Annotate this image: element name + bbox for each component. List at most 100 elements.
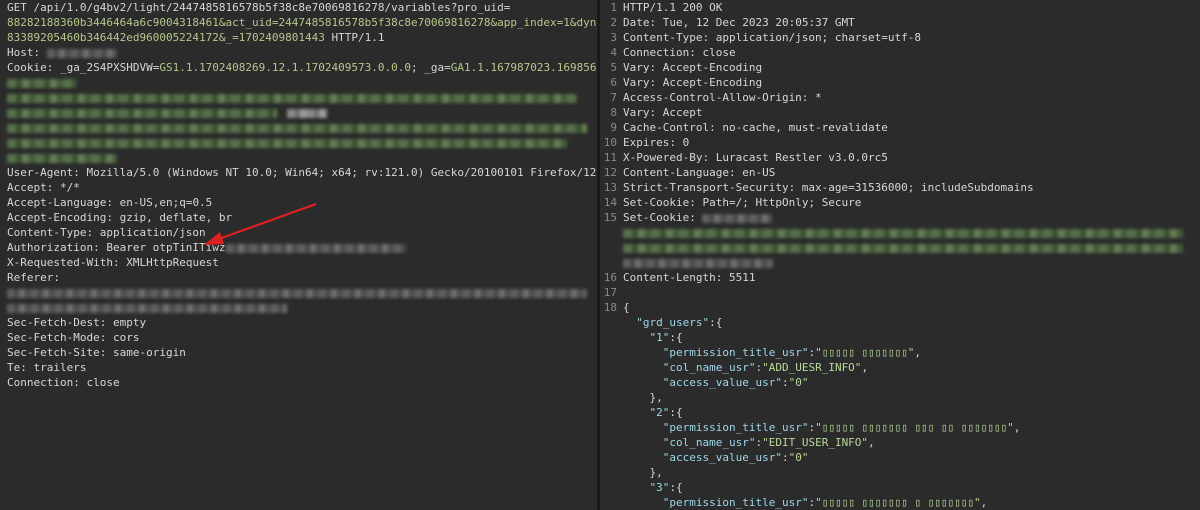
header-key: Content-Type: [7,226,94,239]
header-value: same-origin [106,346,186,359]
request-header-line: User-Agent: Mozilla/5.0 (Windows NT 10.0… [0,165,597,180]
response-line: 9 Cache-Control: no-cache, must-revalidat… [600,120,1200,135]
json-line: 0 }, [600,390,1200,405]
header-key: Connection: [7,376,80,389]
json-value: "0" [788,451,809,464]
redacted-line [0,150,597,165]
json-line: 0 "1":{ [600,330,1200,345]
header-key: Date: [623,16,657,29]
header-cookie: Cookie: _ga_2S4PXSHDVW=GS1.1.1702408269.… [7,61,597,74]
json-line: 0 "permission_title_usr":"▯▯▯▯▯ ▯▯▯▯▯▯▯ … [600,495,1200,510]
redacted-line [0,135,597,150]
header-key: Sec-Fetch-Site: [7,346,107,359]
header-key: User-Agent: [7,166,80,179]
header-key: Sec-Fetch-Mode: [7,331,107,344]
response-line: 13 Strict-Transport-Security: max-age=315… [600,180,1200,195]
json-line: 0 "2":{ [600,405,1200,420]
line-number: 2 [610,16,617,29]
json-line: 0 "col_name_usr":"EDIT_USER_INFO", [600,435,1200,450]
response-line: 14 Set-Cookie: Path=/; HttpOnly; Secure [600,195,1200,210]
line-number: 9 [610,121,617,134]
header-value: Tue, 12 Dec 2023 20:05:37 GMT [656,16,855,29]
response-pane[interactable]: 1 HTTP/1.1 200 OK 2 Date: Tue, 12 Dec 2023 … [600,0,1200,510]
header-key: Content-Type: [623,31,710,44]
red-arrow-annotation [204,202,317,245]
header-value: no-cache, must-revalidate [715,121,888,134]
header-key: Accept-Encoding: [7,211,113,224]
request-pane[interactable]: GET /api/1.0/g4bv2/light/2447485816578b5… [0,0,597,510]
json-value: "▯▯▯▯▯ ▯▯▯▯▯▯▯ ▯▯▯ ▯▯ ▯▯▯▯▯▯▯" [815,421,1014,434]
header-key: Access-Control-Allow-Origin: [623,91,809,104]
line-number: 0 [600,330,617,345]
json-entry-id: "3" [649,481,670,494]
json-line: 0 "col_name_usr":"ADD_UESR_INFO", [600,360,1200,375]
json-value: "0" [788,376,809,389]
header-value: cors [106,331,140,344]
request-headers-2: Sec-Fetch-Dest: empty Sec-Fetch-Mode: cor… [0,315,597,390]
request-line-cont: 83389205460b346442ed960005224172&_=17024… [7,31,385,44]
header-value: trailers [26,361,87,374]
redacted-line [0,90,597,105]
header-value: Luracast Restler v3.0.0rc5 [709,151,888,164]
line-number: 5 [610,61,617,74]
line-number: 13 [603,181,617,194]
response-line: 10 Expires: 0 [600,135,1200,150]
header-value: application/json [93,226,206,239]
header-key: Set-Cookie: [623,196,696,209]
json-value: "▯▯▯▯▯ ▯▯▯▯▯▯▯" [815,346,915,359]
json-value: "▯▯▯▯▯ ▯▯▯▯▯▯▯ ▯ ▯▯▯▯▯▯▯" [815,496,981,509]
line-number: 0 [600,390,617,405]
line-number: 11 [603,151,617,164]
request-header-line: Accept: */* [0,180,597,195]
line-number: 12 [603,166,617,179]
json-line: 0 "permission_title_usr":"▯▯▯▯▯ ▯▯▯▯▯▯▯"… [600,345,1200,360]
json-entry-id: "2" [649,406,670,419]
json-key: "col_name_usr" [662,361,756,374]
request-header-line: Sec-Fetch-Dest: empty [0,315,597,330]
json-entry-id: "1" [649,331,670,344]
header-key: Te: [7,361,27,374]
header-referer: Referer: [7,271,60,284]
json-line: 0 }, [600,465,1200,480]
redacted-line [0,300,597,315]
response-line: 2 Date: Tue, 12 Dec 2023 20:05:37 GMT [600,15,1200,30]
header-key: Accept-Language: [7,196,113,209]
json-grd-users: 0 "grd_users":{ [636,316,723,329]
header-value: Accept-Encoding [656,61,763,74]
header-value: * [808,91,822,104]
request-line: GET /api/1.0/g4bv2/light/2447485816578b5… [7,1,511,14]
header-key: Cache-Control: [623,121,716,134]
header-key: Vary: [623,61,657,74]
header-value: close [79,376,120,389]
redacted-line [0,285,597,300]
header-value: 0 [675,136,690,149]
header-key: HTTP/1.1 200 OK [623,1,723,14]
json-value: "ADD_UESR_INFO" [762,361,862,374]
json-punct: :{ [669,481,683,494]
response-line: 11 X-Powered-By: Luracast Restler v3.0.0r… [600,150,1200,165]
line-number: 14 [603,196,617,209]
response-line: 7 Access-Control-Allow-Origin: * [600,90,1200,105]
redacted-line [0,105,597,120]
request-header-line: Sec-Fetch-Mode: cors [0,330,597,345]
json-key: "permission_title_usr" [662,421,809,434]
line-number: 4 [610,46,617,59]
line-number: 0 [600,360,617,375]
header-host: Host: [0,45,597,60]
header-value: en-US [735,166,776,179]
header-key: Strict-Transport-Security: [623,181,796,194]
header-value: */* [53,181,80,194]
json-key: "access_value_usr" [662,451,782,464]
response-line: 5 Vary: Accept-Encoding [600,60,1200,75]
response-line: 3 Content-Type: application/json; charset… [600,30,1200,45]
header-value: empty [106,316,147,329]
line-number: 0 [600,405,617,420]
line-number: 7 [610,91,617,104]
response-headers: 1 HTTP/1.1 200 OK 2 Date: Tue, 12 Dec 2023 … [600,0,1200,210]
json-line: 0 "access_value_usr":"0" [600,375,1200,390]
header-key: Sec-Fetch-Dest: [7,316,107,329]
redacted-line: 0 [600,225,1200,240]
header-key: Vary: [623,106,657,119]
line-number: 0 [600,480,617,495]
json-line: 0 "permission_title_usr":"▯▯▯▯▯ ▯▯▯▯▯▯▯ … [600,420,1200,435]
